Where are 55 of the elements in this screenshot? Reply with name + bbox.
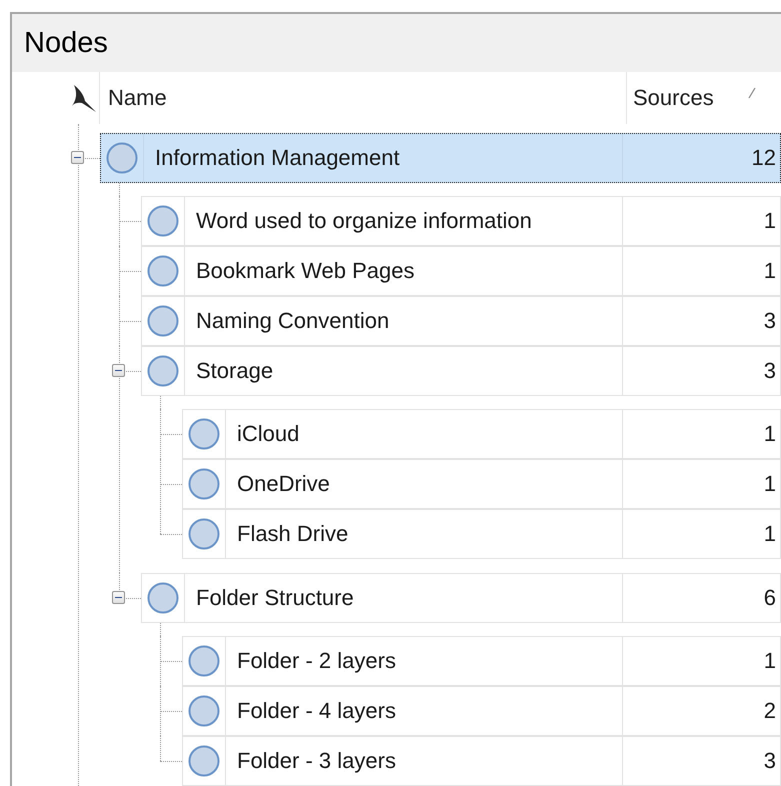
source-count: 3: [622, 297, 780, 345]
node-circle-icon: [147, 355, 179, 387]
tree-row[interactable]: Folder - 2 layers 1: [182, 636, 781, 686]
column-header[interactable]: Name: [100, 72, 627, 124]
star-icon[interactable]: [71, 83, 97, 113]
source-count: 1: [622, 410, 780, 458]
node-circle-icon: [188, 695, 220, 727]
source-count: 1: [622, 197, 780, 245]
node-name: Information Management: [154, 144, 401, 172]
node-name: OneDrive: [236, 470, 331, 498]
node-circle-icon: [188, 745, 220, 777]
node-name: Storage: [195, 357, 274, 385]
node-circle-icon: [188, 645, 220, 677]
node-name: Word used to organize information: [195, 207, 533, 235]
node-name: Bookmark Web Pages: [195, 257, 416, 285]
tree-row[interactable]: iCloud 1: [182, 409, 781, 459]
collapse-toggle[interactable]: [112, 591, 125, 604]
node-circle-icon: [147, 305, 179, 337]
tree-row[interactable]: Bookmark Web Pages 1: [141, 246, 781, 296]
node-name: Folder - 2 layers: [236, 647, 397, 675]
source-count: 12: [622, 134, 780, 182]
source-count: 1: [622, 460, 780, 508]
source-count: 1: [622, 510, 780, 558]
node-name: Folder - 3 layers: [236, 747, 397, 775]
node-name: Folder Structure: [195, 584, 355, 612]
source-count: 3: [622, 347, 780, 395]
node-name: iCloud: [236, 420, 300, 448]
node-circle-icon: [106, 142, 138, 174]
tree-row[interactable]: Folder - 3 layers 3: [182, 736, 781, 786]
tree-row[interactable]: Folder Structure 6: [141, 573, 781, 623]
source-count: 2: [622, 687, 780, 735]
node-name: Naming Convention: [195, 307, 390, 335]
node-circle-icon: [188, 468, 220, 500]
tree-row[interactable]: Folder - 4 layers 2: [182, 686, 781, 736]
source-count: 1: [622, 637, 780, 685]
node-name: Flash Drive: [236, 520, 350, 548]
node-circle-icon: [147, 205, 179, 237]
column-header[interactable]: Sources: [627, 72, 781, 124]
panel-title: Nodes: [24, 26, 108, 60]
tree-row[interactable]: Word used to organize information 1: [141, 196, 781, 246]
tree-row[interactable]: Storage 3: [141, 346, 781, 396]
tree-row[interactable]: OneDrive 1: [182, 459, 781, 509]
tree-row[interactable]: Naming Convention 3: [141, 296, 781, 346]
collapse-toggle[interactable]: [71, 151, 84, 164]
collapse-toggle[interactable]: [112, 364, 125, 377]
tree-row[interactable]: Information Management 12: [100, 133, 781, 183]
node-circle-icon: [147, 255, 179, 287]
node-circle-icon: [188, 518, 220, 550]
tree-row[interactable]: Flash Drive 1: [182, 509, 781, 559]
source-count: 1: [622, 247, 780, 295]
source-count: 6: [622, 574, 780, 622]
node-circle-icon: [188, 418, 220, 450]
node-circle-icon: [147, 582, 179, 614]
node-name: Folder - 4 layers: [236, 697, 397, 725]
source-count: 3: [622, 737, 780, 785]
